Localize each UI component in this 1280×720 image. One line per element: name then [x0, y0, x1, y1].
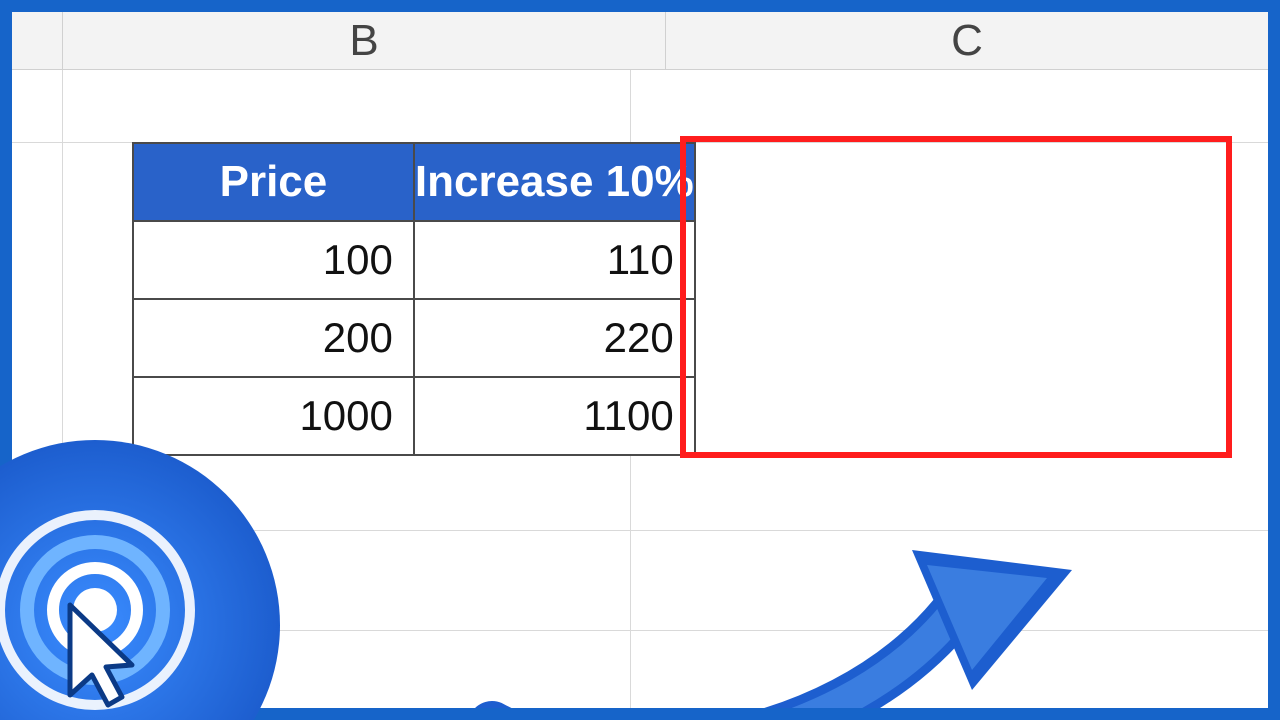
- cell-price[interactable]: 200: [133, 299, 414, 377]
- column-header-c[interactable]: C: [665, 12, 1268, 69]
- selection-highlight: [680, 136, 1232, 458]
- table-row: 100 110: [133, 221, 695, 299]
- header-increase[interactable]: Increase 10%: [414, 143, 695, 221]
- column-header-row: B C: [12, 12, 1268, 70]
- table-header-row: Price Increase 10%: [133, 143, 695, 221]
- table-row: 200 220: [133, 299, 695, 377]
- cell-increase[interactable]: 1100: [414, 377, 695, 455]
- column-header-gutter: [12, 12, 62, 69]
- curved-arrow-icon: [452, 510, 1092, 708]
- data-table: Price Increase 10% 100 110 200 220 1000 …: [132, 142, 696, 456]
- cell-increase[interactable]: 220: [414, 299, 695, 377]
- column-header-b[interactable]: B: [62, 12, 665, 69]
- header-price[interactable]: Price: [133, 143, 414, 221]
- cell-increase[interactable]: 110: [414, 221, 695, 299]
- table-row: 1000 1100: [133, 377, 695, 455]
- cell-price[interactable]: 1000: [133, 377, 414, 455]
- cell-price[interactable]: 100: [133, 221, 414, 299]
